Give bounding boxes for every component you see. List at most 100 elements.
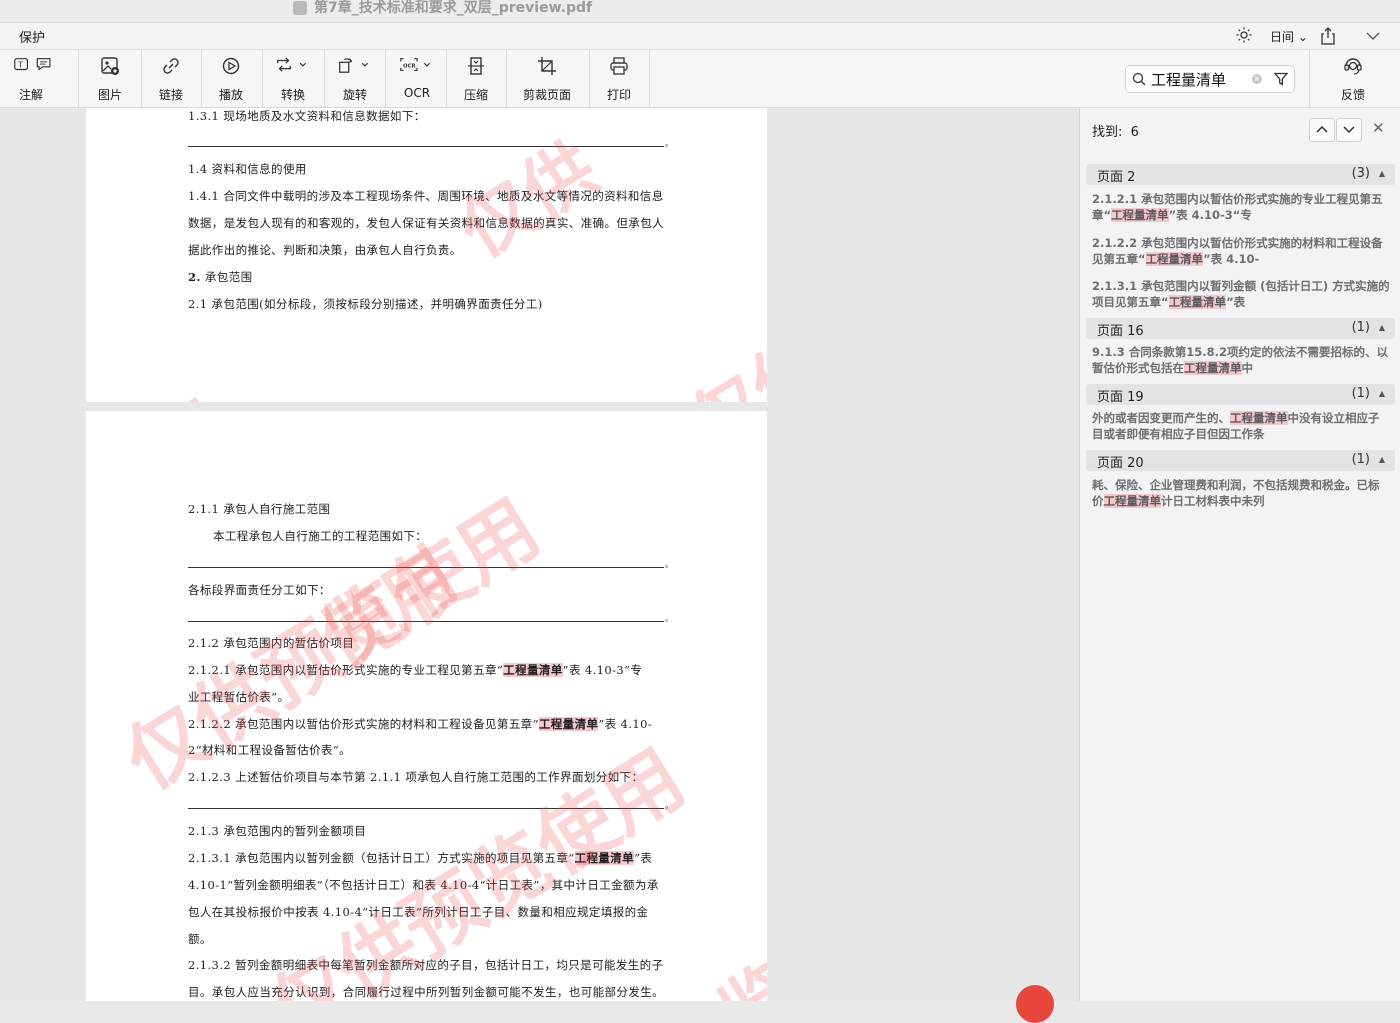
print-label: 打印: [606, 88, 631, 102]
search-input[interactable]: 工程量清单: [1151, 69, 1226, 90]
collapse-caret-icon: ▲: [1378, 389, 1385, 398]
result-hit: 工程量清单: [1184, 361, 1242, 375]
rotate-icon: [332, 56, 378, 82]
doc-line: 4.10-1“暂列金额明细表”（不包括计日工）和表 4.10-4“计日工表”，其…: [188, 878, 659, 892]
result-group-header[interactable]: 页面 19 (1) ▲: [1086, 384, 1395, 405]
collapse-caret-icon: ▲: [1378, 455, 1385, 464]
protect-menu[interactable]: 保护: [19, 27, 45, 46]
play-button[interactable]: 播放: [209, 50, 253, 107]
result-page-label: 页面 16: [1097, 324, 1144, 339]
annotate-label: 注解: [18, 88, 43, 102]
search-result-item[interactable]: 2.1.2.1 承包范围内以暂估价形式实施的专业工程见第五章“工程量清单”表 4…: [1092, 191, 1390, 223]
text-run: ”表 4.10-3“专: [562, 663, 643, 677]
previous-result-button[interactable]: [1309, 118, 1335, 142]
annotate-button[interactable]: T 注解: [2, 50, 60, 107]
doc-line: 包人在其投标报价中按表 4.10-4“计日工表”所列计日工子目、数量和相应规定填…: [188, 905, 649, 919]
doc-heading: 1.4 资料和信息的使用: [188, 162, 307, 176]
search-result-item[interactable]: 2.1.2.2 承包范围内以暂估价形式实施的材料和工程设备见第五章“工程量清单”…: [1092, 235, 1390, 267]
watermark: 使用: [305, 534, 472, 682]
svg-text:OCR: OCR: [403, 63, 417, 69]
window-title: 第7章_技术标准和要求_双层_preview.pdf: [314, 0, 593, 16]
result-text: 中: [1241, 361, 1254, 375]
blank-fill-line: [188, 808, 664, 809]
compress-button[interactable]: 压缩: [454, 50, 498, 107]
ocr-icon: OCR: [395, 56, 439, 82]
doc-line: 2.1.2.1 承包范围内以暂估价形式实施的专业工程见第五章“工程量清单”表 4…: [188, 662, 642, 678]
result-group-header[interactable]: 页面 16 (1) ▲: [1086, 318, 1395, 339]
search-results-panel: 找到: 6 ✕ 页面 2 (3) ▲ 2.1.2.1 承包范围内以暂估价形式实施…: [1079, 108, 1400, 1001]
toolbar-divider: [385, 50, 386, 107]
sun-icon[interactable]: [1236, 27, 1252, 47]
rotate-label: 旋转: [342, 88, 367, 102]
toolbar: T 注解 图片 链接 播放 转换 旋转 OCR OCR 压缩 剪裁页面 打印 工…: [0, 50, 1400, 108]
convert-button[interactable]: 转换: [270, 50, 316, 107]
found-count: 找到: 6: [1092, 121, 1139, 140]
result-hit: 工程量清单: [1103, 494, 1161, 508]
doc-line: 2.1.2.3 上述暂估价项目与本节第 2.1.1 项承包人自行施工范围的工作界…: [188, 770, 644, 784]
section-title: 承包范围: [200, 270, 253, 284]
close-icon[interactable]: ✕: [1372, 119, 1385, 137]
filter-icon[interactable]: [1273, 71, 1289, 90]
doc-line: 额。: [188, 932, 212, 946]
text-run: 2.1.2.1 承包范围内以暂估价形式实施的专业工程见第五章“: [188, 663, 504, 677]
blank-fill-line: [188, 567, 664, 568]
watermark: 用: [126, 370, 243, 402]
image-button[interactable]: 图片: [88, 50, 132, 107]
found-label: 找到:: [1092, 125, 1123, 140]
toolbar-divider: [262, 50, 263, 107]
link-button[interactable]: 链接: [149, 50, 193, 107]
collapse-caret-icon: ▲: [1378, 169, 1385, 178]
chevron-down-icon: [1343, 126, 1355, 134]
doc-heading: 2.1.2 承包范围内的暂估价项目: [188, 636, 355, 650]
clear-search-icon[interactable]: ×: [1252, 74, 1262, 84]
chevron-up-icon: [1316, 125, 1328, 133]
doc-line: 1.3.1 现场地质及水文资料和信息数据如下：: [188, 109, 426, 123]
search-result-item[interactable]: 9.1.3 合同条款第15.8.2项约定的依法不需要招标的、以暂估价形式包括在工…: [1092, 344, 1390, 376]
crop-page-button[interactable]: 剪裁页面: [515, 50, 579, 107]
search-result-item[interactable]: 2.1.3.1 承包范围内以暂列金额 (包括计日工) 方式实施的项目见第五章“工…: [1092, 278, 1390, 310]
link-icon: [149, 56, 193, 82]
image-label: 图片: [97, 88, 122, 102]
result-group-header[interactable]: 页面 2 (3) ▲: [1086, 164, 1395, 185]
toolbar-divider: [506, 50, 507, 107]
result-hit: 工程量清单: [1111, 208, 1169, 222]
print-button[interactable]: 打印: [597, 50, 641, 107]
text-run: ”表 4.10-: [598, 717, 653, 731]
text-run: 2.1.2.2 承包范围内以暂估价形式实施的材料和工程设备见第五章“: [188, 717, 539, 731]
toolbar-divider: [201, 50, 202, 107]
doc-line: 2“材料和工程设备暂估价表”。: [188, 743, 352, 757]
day-mode-dropdown[interactable]: 日间 ⌄: [1270, 28, 1308, 45]
annotate-icon: T: [2, 56, 60, 82]
convert-icon: [270, 56, 316, 82]
ocr-button[interactable]: OCR OCR: [395, 50, 439, 107]
collapse-toolbar-chevron-icon[interactable]: [1366, 29, 1380, 45]
menu-bar: 保护 日间 ⌄: [0, 23, 1400, 50]
search-result-item[interactable]: 外的或者因变更而产生的、工程量清单中没有设立相应子目或者即便有相应子目但因工作条: [1092, 410, 1390, 442]
image-icon: [88, 56, 132, 82]
result-hit: 工程量清单: [1168, 295, 1227, 309]
play-label: 播放: [218, 88, 243, 102]
search-field[interactable]: 工程量清单 ×: [1125, 65, 1295, 93]
text-run: ”表: [634, 851, 653, 865]
blank-fill-line: [188, 146, 664, 147]
blank-fill-line: [188, 621, 664, 622]
feedback-button[interactable]: 反馈: [1331, 50, 1375, 107]
found-number: 6: [1130, 125, 1139, 140]
doc-line: 2.1 承包范围(如分标段，须按标段分别描述，并明确界面责任分工): [188, 297, 543, 311]
result-count: (3): [1351, 166, 1370, 181]
print-icon: [597, 56, 641, 82]
floating-action-button[interactable]: [1016, 985, 1054, 1023]
doc-line: 目。承包人应当充分认识到，合同履行过程中所列暂列金额可能不发生，也可能部分发生。: [188, 985, 664, 999]
toolbar-divider: [589, 50, 590, 107]
document-viewport[interactable]: 1.3.1 现场地质及水文资料和信息数据如下： 。 1.4 资料和信息的使用 1…: [0, 108, 1078, 1001]
doc-line: 2.1.3.2 暂列金额明细表中每笔暂列金额所对应的子目，包括计日工，均只是可能…: [188, 958, 664, 972]
rotate-button[interactable]: 旋转: [332, 50, 378, 107]
share-icon[interactable]: [1320, 27, 1336, 49]
compress-label: 压缩: [463, 88, 488, 102]
search-result-item[interactable]: 耗、保险、企业管理费和利润，不包括规费和税金。已标价工程量清单计日工材料表中未列: [1092, 477, 1390, 509]
compress-icon: [454, 56, 498, 82]
result-group-header[interactable]: 页面 20 (1) ▲: [1086, 450, 1395, 471]
result-hit: 工程量清单: [1230, 411, 1288, 425]
next-result-button[interactable]: [1336, 118, 1362, 142]
result-page-label: 页面 2: [1097, 170, 1136, 185]
